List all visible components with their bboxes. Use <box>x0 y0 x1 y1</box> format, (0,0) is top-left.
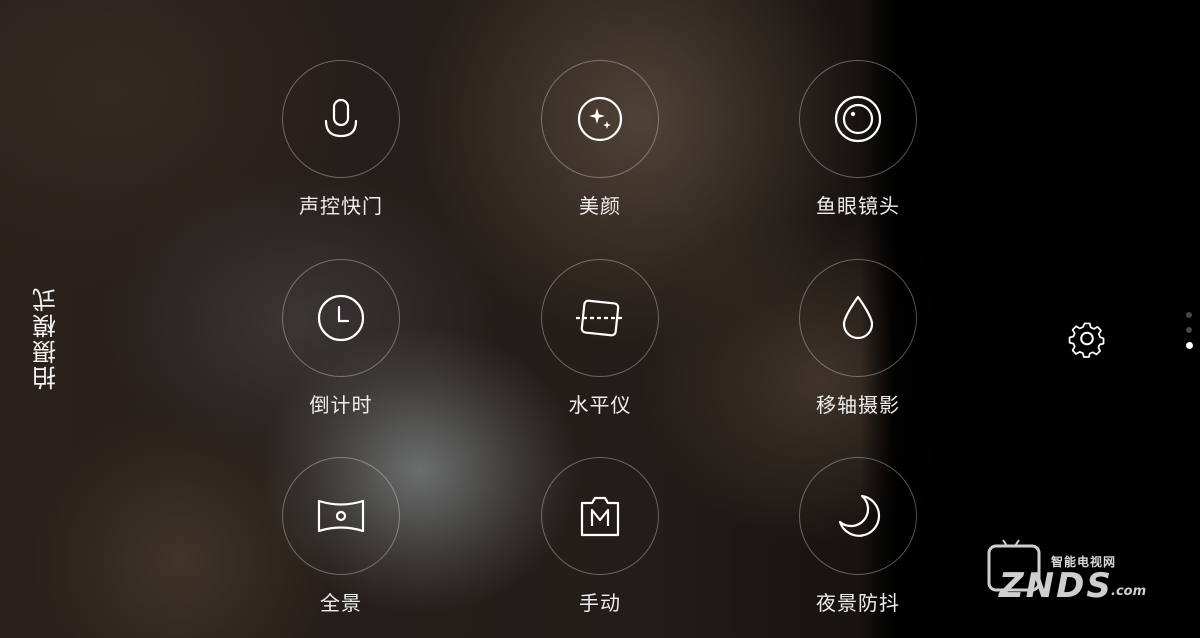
mode-night-stabilization[interactable]: 夜景防抖 <box>783 457 933 616</box>
znds-watermark: 智能电视网 ZNDS .com <box>985 538 1165 608</box>
page-indicator[interactable] <box>1184 312 1194 362</box>
microphone-icon <box>324 98 358 138</box>
mode-label: 声控快门 <box>299 194 383 218</box>
mode-label: 鱼眼镜头 <box>816 194 900 218</box>
mode-panorama[interactable]: 全景 <box>266 457 416 616</box>
clock-icon <box>317 294 365 342</box>
mode-label: 倒计时 <box>309 393 373 417</box>
moon-icon <box>838 494 881 537</box>
mode-circle <box>799 259 917 377</box>
page-dot-active <box>1185 342 1193 349</box>
mode-circle <box>282 60 400 178</box>
mode-timer[interactable]: 倒计时 <box>266 259 416 418</box>
mode-label: 移轴摄影 <box>816 393 900 417</box>
watermark-brand: ZNDS <box>999 566 1113 606</box>
watermark-suffix: .com <box>1111 584 1147 599</box>
gear-icon <box>1068 322 1105 358</box>
mode-circle <box>541 457 659 575</box>
page-dot <box>1186 327 1192 333</box>
manual-m-icon <box>580 496 620 537</box>
mode-level[interactable]: 水平仪 <box>525 259 675 418</box>
mode-fisheye[interactable]: 鱼眼镜头 <box>783 60 933 219</box>
mode-manual[interactable]: 手动 <box>525 457 675 616</box>
mode-circle <box>282 259 400 377</box>
mode-label: 水平仪 <box>568 393 632 417</box>
mode-tilt-shift[interactable]: 移轴摄影 <box>783 259 933 418</box>
mode-circle <box>541 259 659 377</box>
tilt-shift-drop-icon <box>842 295 874 340</box>
mode-voice-shutter[interactable]: 声控快门 <box>266 60 416 219</box>
beauty-sparkle-icon <box>577 96 623 142</box>
mode-circle <box>282 457 400 575</box>
settings-button[interactable] <box>1067 318 1107 358</box>
mode-circle <box>799 457 917 575</box>
mode-circle <box>799 60 917 178</box>
fisheye-icon <box>834 95 882 143</box>
mode-label: 全景 <box>320 591 362 615</box>
level-icon <box>576 299 624 337</box>
panorama-icon <box>317 499 365 533</box>
page-dot <box>1186 312 1192 318</box>
mode-beauty[interactable]: 美颜 <box>525 60 675 219</box>
mode-label: 夜景防抖 <box>816 591 900 615</box>
mode-label: 美颜 <box>579 194 621 218</box>
mode-label: 手动 <box>579 591 621 615</box>
mode-circle <box>541 60 659 178</box>
